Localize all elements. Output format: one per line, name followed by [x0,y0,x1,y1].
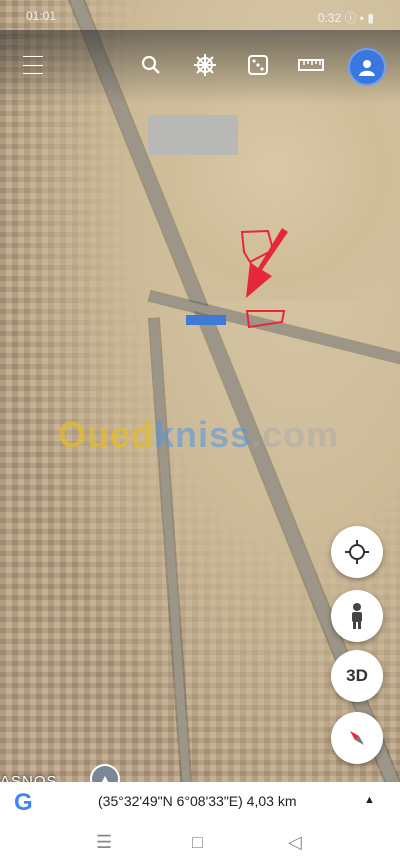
watermark-part2: kniss [154,414,252,455]
plot-markers [240,228,288,329]
search-icon[interactable] [138,52,164,78]
street-view-button[interactable] [331,590,383,642]
ruler-icon[interactable] [298,52,324,78]
expand-caret-icon[interactable]: ▲ [364,794,375,806]
person-icon [359,60,375,76]
3d-toggle-button[interactable]: 3D [331,650,383,702]
home-button[interactable]: □ [192,832,203,853]
watermark-part1: Oued [58,414,155,455]
status-time: 01:01 [26,9,57,23]
dice-icon[interactable] [245,52,271,78]
info-bar[interactable]: G (35°32'49"N 6°08'33"E) 4,03 km ▲ [0,782,400,820]
watermark: Ouedkniss.com [58,414,339,456]
status-bar: 01:01 0:32 ⓘ ▪ ▮ [0,0,400,30]
ship-wheel-icon[interactable] [192,52,218,78]
recents-button[interactable]: ☰ [96,832,112,853]
pegman-icon [352,603,362,629]
profile-avatar[interactable] [348,48,386,86]
crosshair-icon [345,540,369,564]
back-button[interactable]: ◁ [288,832,302,853]
compass-icon [350,731,364,745]
satellite-map[interactable] [0,0,400,820]
watermark-part3: .com [251,414,340,455]
status-indicators: 0:32 ⓘ ▪ ▮ [317,11,374,25]
compass-button[interactable] [331,712,383,764]
system-nav-bar: ☰ □ ◁ [0,820,400,867]
menu-icon[interactable] [20,52,46,78]
red-arrow-icon [246,228,288,298]
my-location-button[interactable] [331,526,383,578]
coordinates-readout: (35°32'49"N 6°08'33"E) 4,03 km [98,793,297,809]
google-logo-letter: G [14,789,33,816]
google-logo: G [14,789,33,817]
